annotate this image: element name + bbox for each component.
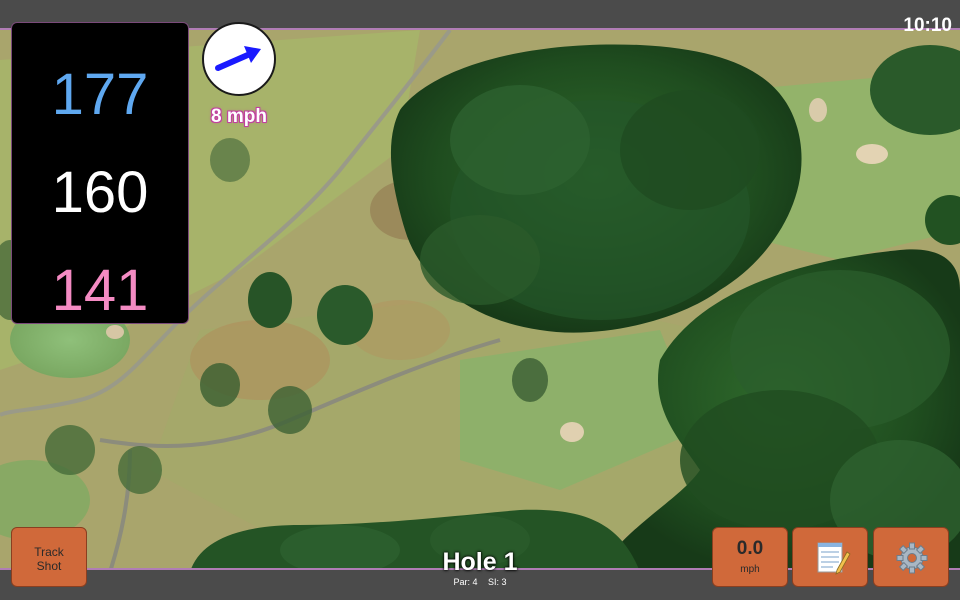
speed-value: 0.0 (736, 538, 764, 559)
track-shot-label-line1: Track (34, 545, 64, 559)
golf-gps-screen: 10:10 177 160 141 8 mph Track Shot Hole … (0, 0, 960, 600)
middle-distance: 160 (51, 160, 149, 225)
wind-indicator (202, 22, 276, 96)
hole-stroke-index: SI: 3 (488, 577, 507, 587)
notes-button[interactable] (792, 527, 868, 587)
hole-par: Par: 4 (453, 577, 478, 587)
back-distance: 177 (51, 62, 149, 127)
track-shot-label-line2: Shot (36, 559, 62, 573)
hole-title: Hole 1 (442, 548, 518, 576)
distance-panel[interactable]: 177 160 141 (11, 22, 189, 324)
settings-button[interactable] (873, 527, 949, 587)
clock: 10:10 (903, 15, 952, 36)
wind-arrow-icon (215, 46, 261, 71)
track-shot-button[interactable]: Track Shot (11, 527, 87, 587)
speed-unit: mph (740, 564, 760, 575)
front-distance: 141 (51, 258, 149, 323)
notepad-icon (817, 542, 851, 575)
gear-icon (896, 542, 928, 574)
wind-speed: 8 mph (211, 106, 267, 127)
speed-button[interactable]: 0.0 mph (712, 527, 788, 587)
hole-details: Par: 4 SI: 3 (380, 577, 580, 587)
